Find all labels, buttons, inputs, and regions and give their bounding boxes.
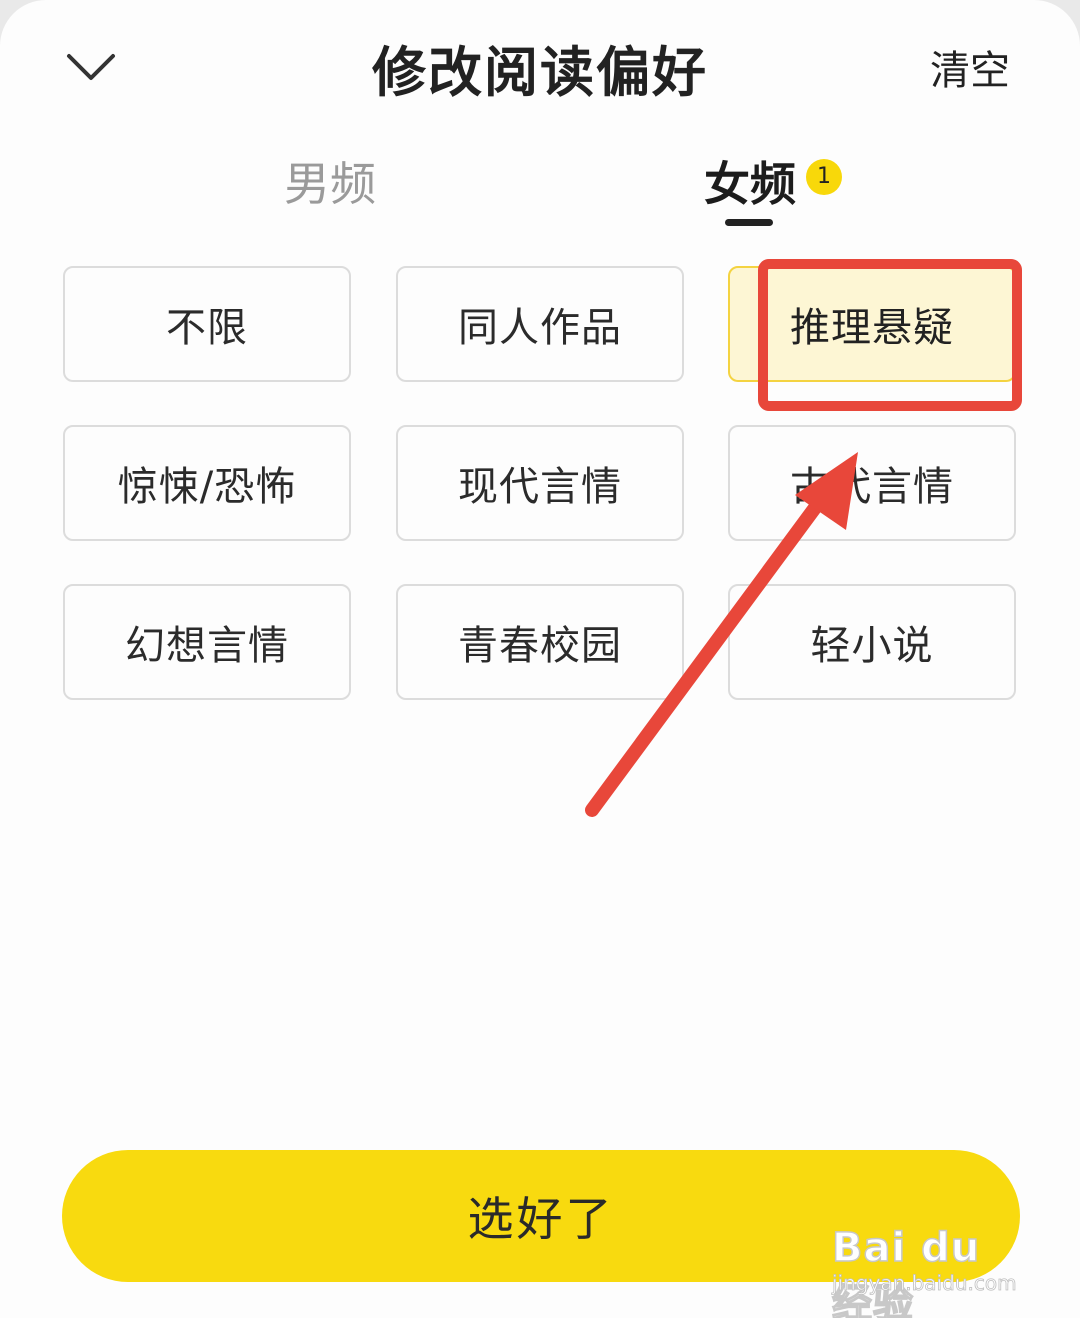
active-tab-indicator <box>725 219 773 226</box>
genre-chip-modern-romance[interactable]: 现代言情 <box>396 425 684 541</box>
bottom-sheet: 修改阅读偏好 清空 男频 女频 1 不限 同人作品 推理悬疑 惊悚/恐怖 现代言… <box>0 0 1080 1318</box>
header: 修改阅读偏好 清空 <box>0 0 1080 130</box>
page-title: 修改阅读偏好 <box>372 41 708 104</box>
genre-chip-campus[interactable]: 青春校园 <box>396 584 684 700</box>
tab-male[interactable]: 男频 <box>284 148 376 214</box>
tab-female-badge: 1 <box>806 159 842 195</box>
clear-button[interactable]: 清空 <box>930 38 1010 96</box>
genre-chip-fantasy-romance[interactable]: 幻想言情 <box>63 584 351 700</box>
genre-chip-ancient-romance[interactable]: 古代言情 <box>728 425 1016 541</box>
genre-chip-mystery[interactable]: 推理悬疑 <box>728 266 1016 382</box>
genre-chip-light-novel[interactable]: 轻小说 <box>728 584 1016 700</box>
confirm-button[interactable]: 选好了 <box>62 1150 1020 1282</box>
genre-chip-fanfiction[interactable]: 同人作品 <box>396 266 684 382</box>
tab-female[interactable]: 女频 <box>704 148 796 214</box>
genre-chip-unlimited[interactable]: 不限 <box>63 266 351 382</box>
genre-chip-horror[interactable]: 惊悚/恐怖 <box>63 425 351 541</box>
